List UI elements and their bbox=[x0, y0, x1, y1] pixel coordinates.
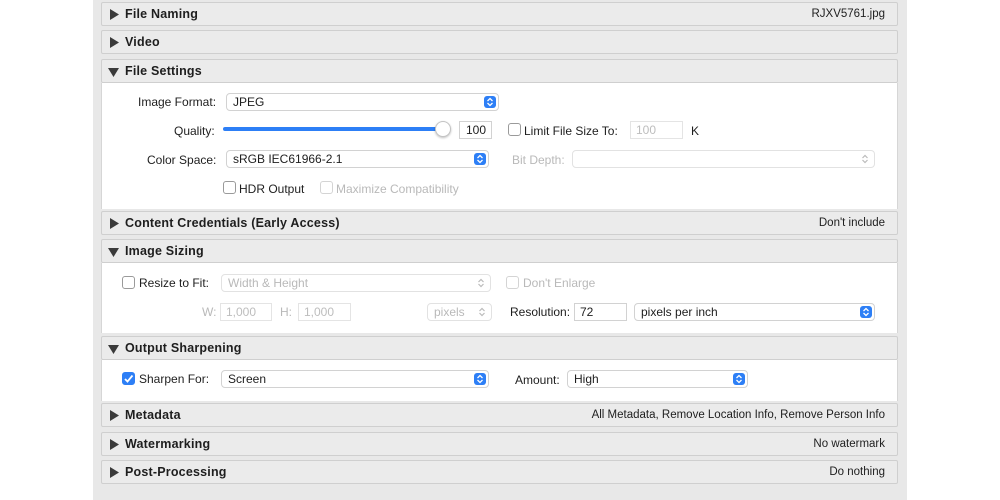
section-file-naming[interactable]: File Naming RJXV5761.jpg bbox=[101, 2, 898, 26]
width-label: W: bbox=[202, 305, 217, 319]
hdr-output-label: HDR Output bbox=[239, 182, 305, 196]
resolution-units-value: pixels per inch bbox=[641, 305, 718, 319]
sharpen-for-label: Sharpen For: bbox=[139, 372, 210, 386]
section-video[interactable]: Video bbox=[101, 30, 898, 54]
chevron-updown-icon bbox=[484, 96, 496, 108]
sharpen-for-value: Screen bbox=[228, 372, 267, 386]
resize-mode-value: Width & Height bbox=[228, 276, 309, 290]
slider-track bbox=[223, 127, 443, 131]
section-image-sizing[interactable]: Image Sizing bbox=[101, 239, 898, 263]
section-summary: No watermark bbox=[813, 438, 885, 450]
section-title: Image Sizing bbox=[125, 244, 204, 258]
resize-mode-select[interactable]: Width & Height bbox=[221, 274, 491, 292]
section-file-settings[interactable]: File Settings bbox=[101, 59, 898, 83]
section-title: File Settings bbox=[125, 64, 202, 78]
section-summary: RJXV5761.jpg bbox=[811, 8, 885, 20]
image-format-value: JPEG bbox=[233, 95, 265, 109]
section-content-credentials[interactable]: Content Credentials (Early Access) Don't… bbox=[101, 211, 898, 235]
chevron-updown-icon bbox=[475, 277, 487, 289]
disclosure-down-icon[interactable] bbox=[108, 65, 120, 78]
maximize-compatibility-checkbox[interactable] bbox=[320, 181, 333, 194]
section-output-sharpening[interactable]: Output Sharpening bbox=[101, 336, 898, 360]
disclosure-right-icon[interactable] bbox=[108, 409, 120, 422]
section-title: Watermarking bbox=[125, 437, 211, 451]
sharpen-for-select[interactable]: Screen bbox=[221, 370, 489, 388]
section-watermarking[interactable]: Watermarking No watermark bbox=[101, 432, 898, 456]
resolution-units-select[interactable]: pixels per inch bbox=[634, 303, 875, 321]
chevron-updown-icon bbox=[474, 153, 486, 165]
section-metadata[interactable]: Metadata All Metadata, Remove Location I… bbox=[101, 403, 898, 427]
dont-enlarge-label: Don't Enlarge bbox=[523, 276, 596, 290]
disclosure-right-icon[interactable] bbox=[108, 8, 120, 21]
chevron-updown-icon bbox=[859, 153, 871, 165]
disclosure-right-icon[interactable] bbox=[108, 438, 120, 451]
section-title: Output Sharpening bbox=[125, 341, 242, 355]
section-summary: All Metadata, Remove Location Info, Remo… bbox=[591, 409, 885, 421]
limit-file-size-field[interactable]: 100 bbox=[630, 121, 683, 139]
height-label: H: bbox=[280, 305, 292, 319]
slider-knob[interactable] bbox=[435, 121, 451, 137]
sharpen-for-checkbox[interactable] bbox=[122, 372, 135, 385]
quality-field[interactable]: 100 bbox=[459, 121, 492, 139]
color-space-select[interactable]: sRGB IEC61966-2.1 bbox=[226, 150, 489, 168]
section-summary: Don't include bbox=[818, 217, 885, 229]
image-format-select[interactable]: JPEG bbox=[226, 93, 499, 111]
disclosure-right-icon[interactable] bbox=[108, 36, 120, 49]
file-settings-body: Image Format: JPEG Quality: 100 Limit Fi… bbox=[101, 83, 898, 209]
size-units-value: pixels bbox=[434, 305, 465, 319]
bit-depth-select[interactable] bbox=[572, 150, 875, 168]
section-title: Video bbox=[125, 35, 160, 49]
resize-to-fit-checkbox[interactable] bbox=[122, 276, 135, 289]
checkmark-icon bbox=[124, 374, 134, 383]
height-field[interactable]: 1,000 bbox=[298, 303, 351, 321]
chevron-updown-icon bbox=[860, 306, 872, 318]
chevron-updown-icon bbox=[474, 373, 486, 385]
resolution-field[interactable]: 72 bbox=[574, 303, 627, 321]
limit-file-size-label: Limit File Size To: bbox=[524, 124, 618, 138]
amount-value: High bbox=[574, 372, 599, 386]
section-summary: Do nothing bbox=[829, 466, 885, 478]
hdr-output-checkbox[interactable] bbox=[223, 181, 236, 194]
size-units-select[interactable]: pixels bbox=[427, 303, 492, 321]
dont-enlarge-checkbox[interactable] bbox=[506, 276, 519, 289]
amount-select[interactable]: High bbox=[567, 370, 748, 388]
color-space-value: sRGB IEC61966-2.1 bbox=[233, 152, 343, 166]
color-space-label: Color Space: bbox=[147, 153, 217, 167]
section-title: Post-Processing bbox=[125, 465, 227, 479]
bit-depth-label: Bit Depth: bbox=[512, 153, 565, 167]
section-post-processing[interactable]: Post-Processing Do nothing bbox=[101, 460, 898, 484]
limit-file-size-checkbox[interactable] bbox=[508, 123, 521, 136]
maximize-compatibility-label: Maximize Compatibility bbox=[336, 182, 459, 196]
limit-file-size-unit: K bbox=[691, 124, 700, 138]
chevron-updown-icon bbox=[476, 306, 488, 318]
section-title: Content Credentials (Early Access) bbox=[125, 216, 340, 230]
resolution-label: Resolution: bbox=[510, 305, 571, 319]
section-title: Metadata bbox=[125, 408, 181, 422]
output-sharpening-body: Sharpen For: Screen Amount: High bbox=[101, 360, 898, 401]
disclosure-down-icon[interactable] bbox=[108, 245, 120, 258]
quality-label: Quality: bbox=[174, 124, 215, 138]
disclosure-right-icon[interactable] bbox=[108, 466, 120, 479]
section-title: File Naming bbox=[125, 7, 199, 21]
width-field[interactable]: 1,000 bbox=[220, 303, 272, 321]
chevron-updown-icon bbox=[733, 373, 745, 385]
disclosure-down-icon[interactable] bbox=[108, 342, 120, 355]
image-sizing-body: Resize to Fit: Width & Height Don't Enla… bbox=[101, 263, 898, 333]
resize-to-fit-label: Resize to Fit: bbox=[139, 276, 210, 290]
disclosure-right-icon[interactable] bbox=[108, 217, 120, 230]
amount-label: Amount: bbox=[515, 373, 560, 387]
image-format-label: Image Format: bbox=[138, 95, 217, 109]
